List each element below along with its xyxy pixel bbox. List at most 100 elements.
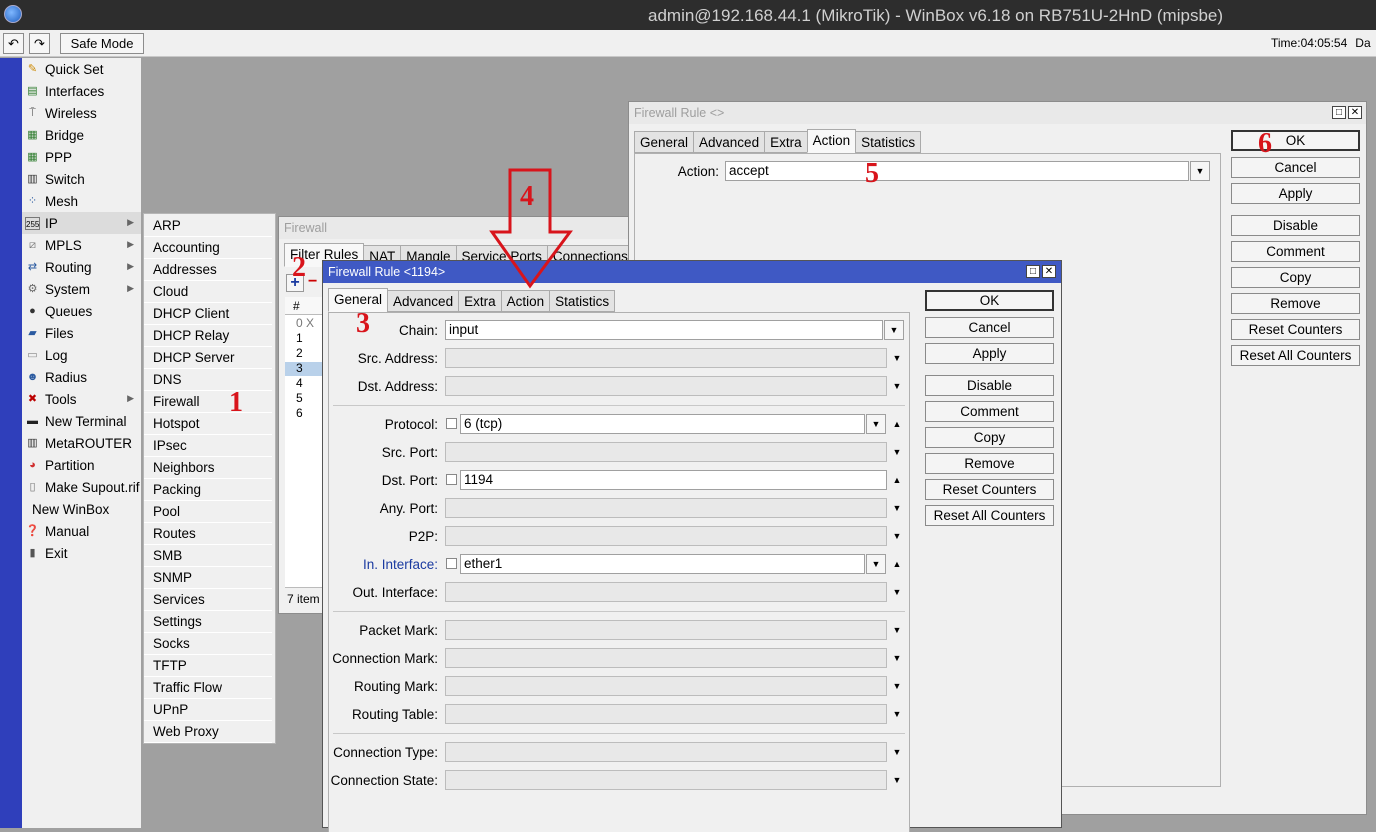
- table-row[interactable]: 6: [296, 406, 303, 420]
- ok-button[interactable]: OK: [1231, 130, 1360, 151]
- any-port-field[interactable]: [445, 498, 887, 518]
- src-port-field[interactable]: [445, 442, 887, 462]
- menu-item-bridge[interactable]: ▦ Bridge: [22, 124, 141, 146]
- action-dropdown-button[interactable]: ▼: [1190, 161, 1210, 181]
- chain-dropdown-button[interactable]: ▼: [884, 320, 904, 340]
- menu-item-queues[interactable]: ● Queues: [22, 300, 141, 322]
- column-header-number[interactable]: #: [285, 297, 325, 315]
- submenu-item-ipsec[interactable]: IPsec: [144, 435, 272, 457]
- expand-down-icon[interactable]: ▼: [891, 709, 903, 719]
- expand-down-icon[interactable]: ▼: [891, 653, 903, 663]
- menu-item-wireless[interactable]: ⍑ Wireless: [22, 102, 141, 124]
- menu-item-manual[interactable]: ❓ Manual: [22, 520, 141, 542]
- submenu-item-socks[interactable]: Socks: [144, 633, 272, 655]
- routing-table-field[interactable]: [445, 704, 887, 724]
- submenu-item-addresses[interactable]: Addresses: [144, 259, 272, 281]
- protocol-select[interactable]: 6 (tcp): [460, 414, 865, 434]
- submenu-item-tftp[interactable]: TFTP: [144, 655, 272, 677]
- submenu-item-packing[interactable]: Packing: [144, 479, 272, 501]
- copy-button[interactable]: Copy: [1231, 267, 1360, 288]
- connection-type-field[interactable]: [445, 742, 887, 762]
- src-address-field[interactable]: [445, 348, 887, 368]
- menu-item-metarouter[interactable]: ▥ MetaROUTER: [22, 432, 141, 454]
- maximize-button[interactable]: □: [1332, 106, 1346, 119]
- table-row[interactable]: 3: [296, 361, 303, 375]
- in-interface-negate-checkbox[interactable]: [446, 558, 457, 569]
- submenu-item-smb[interactable]: SMB: [144, 545, 272, 567]
- collapse-up-icon[interactable]: ▲: [891, 419, 903, 429]
- reset-all-counters-button[interactable]: Reset All Counters: [925, 505, 1054, 526]
- tab-advanced[interactable]: Advanced: [693, 131, 766, 153]
- close-button[interactable]: ✕: [1348, 106, 1362, 119]
- submenu-item-dhcp-server[interactable]: DHCP Server: [144, 347, 272, 369]
- submenu-item-traffic-flow[interactable]: Traffic Flow: [144, 677, 272, 699]
- submenu-item-dhcp-relay[interactable]: DHCP Relay: [144, 325, 272, 347]
- menu-item-ppp[interactable]: ▦ PPP: [22, 146, 141, 168]
- expand-down-icon[interactable]: ▼: [891, 681, 903, 691]
- apply-button[interactable]: Apply: [925, 343, 1054, 364]
- submenu-item-cloud[interactable]: Cloud: [144, 281, 272, 303]
- safe-mode-button[interactable]: Safe Mode: [60, 33, 144, 54]
- chain-select[interactable]: input: [445, 320, 883, 340]
- menu-item-quick-set[interactable]: ✎ Quick Set: [22, 58, 141, 80]
- protocol-negate-checkbox[interactable]: [446, 418, 457, 429]
- reset-counters-button[interactable]: Reset Counters: [1231, 319, 1360, 340]
- action-select[interactable]: accept: [725, 161, 1189, 181]
- apply-button[interactable]: Apply: [1231, 183, 1360, 204]
- dst-port-negate-checkbox[interactable]: [446, 474, 457, 485]
- close-button[interactable]: ✕: [1042, 265, 1056, 278]
- submenu-item-neighbors[interactable]: Neighbors: [144, 457, 272, 479]
- menu-item-system[interactable]: ⚙ System ▶: [22, 278, 141, 300]
- menu-item-switch[interactable]: ▥ Switch: [22, 168, 141, 190]
- menu-item-make-supout[interactable]: ▯ Make Supout.rif: [22, 476, 141, 498]
- expand-down-icon[interactable]: ▼: [891, 353, 903, 363]
- menu-item-radius[interactable]: ☻ Radius: [22, 366, 141, 388]
- copy-button[interactable]: Copy: [925, 427, 1054, 448]
- expand-down-icon[interactable]: ▼: [891, 625, 903, 635]
- menu-item-tools[interactable]: ✖ Tools ▶: [22, 388, 141, 410]
- routing-mark-field[interactable]: [445, 676, 887, 696]
- expand-down-icon[interactable]: ▼: [891, 587, 903, 597]
- submenu-item-routes[interactable]: Routes: [144, 523, 272, 545]
- table-row[interactable]: 4: [296, 376, 303, 390]
- menu-item-partition[interactable]: ◕ Partition: [22, 454, 141, 476]
- menu-item-interfaces[interactable]: ▤ Interfaces: [22, 80, 141, 102]
- menu-item-log[interactable]: ▭ Log: [22, 344, 141, 366]
- expand-down-icon[interactable]: ▼: [891, 503, 903, 513]
- menu-item-mesh[interactable]: ⁘ Mesh: [22, 190, 141, 212]
- cancel-button[interactable]: Cancel: [925, 317, 1054, 338]
- remove-rule-button[interactable]: −: [308, 274, 322, 292]
- table-row[interactable]: 5: [296, 391, 303, 405]
- menu-item-files[interactable]: ▰ Files: [22, 322, 141, 344]
- ok-button[interactable]: OK: [925, 290, 1054, 311]
- submenu-item-arp[interactable]: ARP: [144, 215, 272, 237]
- expand-down-icon[interactable]: ▼: [891, 531, 903, 541]
- submenu-item-dns[interactable]: DNS: [144, 369, 272, 391]
- tab-statistics[interactable]: Statistics: [549, 290, 616, 312]
- table-row[interactable]: 0 X: [296, 316, 314, 330]
- out-interface-field[interactable]: [445, 582, 887, 602]
- tab-action[interactable]: Action: [500, 290, 551, 312]
- in-interface-dropdown-button[interactable]: ▼: [866, 554, 886, 574]
- menu-item-ip[interactable]: 255 IP ▶: [22, 212, 141, 234]
- remove-button[interactable]: Remove: [1231, 293, 1360, 314]
- in-interface-select[interactable]: ether1: [460, 554, 865, 574]
- menu-item-routing[interactable]: ⇄ Routing ▶: [22, 256, 141, 278]
- dst-address-field[interactable]: [445, 376, 887, 396]
- comment-button[interactable]: Comment: [925, 401, 1054, 422]
- connection-state-field[interactable]: [445, 770, 887, 790]
- reset-all-counters-button[interactable]: Reset All Counters: [1231, 345, 1360, 366]
- redo-button[interactable]: ↷: [29, 33, 50, 54]
- tab-statistics[interactable]: Statistics: [855, 131, 922, 153]
- collapse-up-icon[interactable]: ▲: [891, 475, 903, 485]
- submenu-item-dhcp-client[interactable]: DHCP Client: [144, 303, 272, 325]
- submenu-item-firewall[interactable]: Firewall: [144, 391, 272, 413]
- submenu-item-web-proxy[interactable]: Web Proxy: [144, 721, 272, 743]
- submenu-item-upnp[interactable]: UPnP: [144, 699, 272, 721]
- menu-item-exit[interactable]: ▮ Exit: [22, 542, 141, 564]
- menu-item-new-winbox[interactable]: New WinBox: [22, 498, 141, 520]
- reset-counters-button[interactable]: Reset Counters: [925, 479, 1054, 500]
- table-row[interactable]: 2: [296, 346, 303, 360]
- collapse-up-icon[interactable]: ▲: [891, 559, 903, 569]
- packet-mark-field[interactable]: [445, 620, 887, 640]
